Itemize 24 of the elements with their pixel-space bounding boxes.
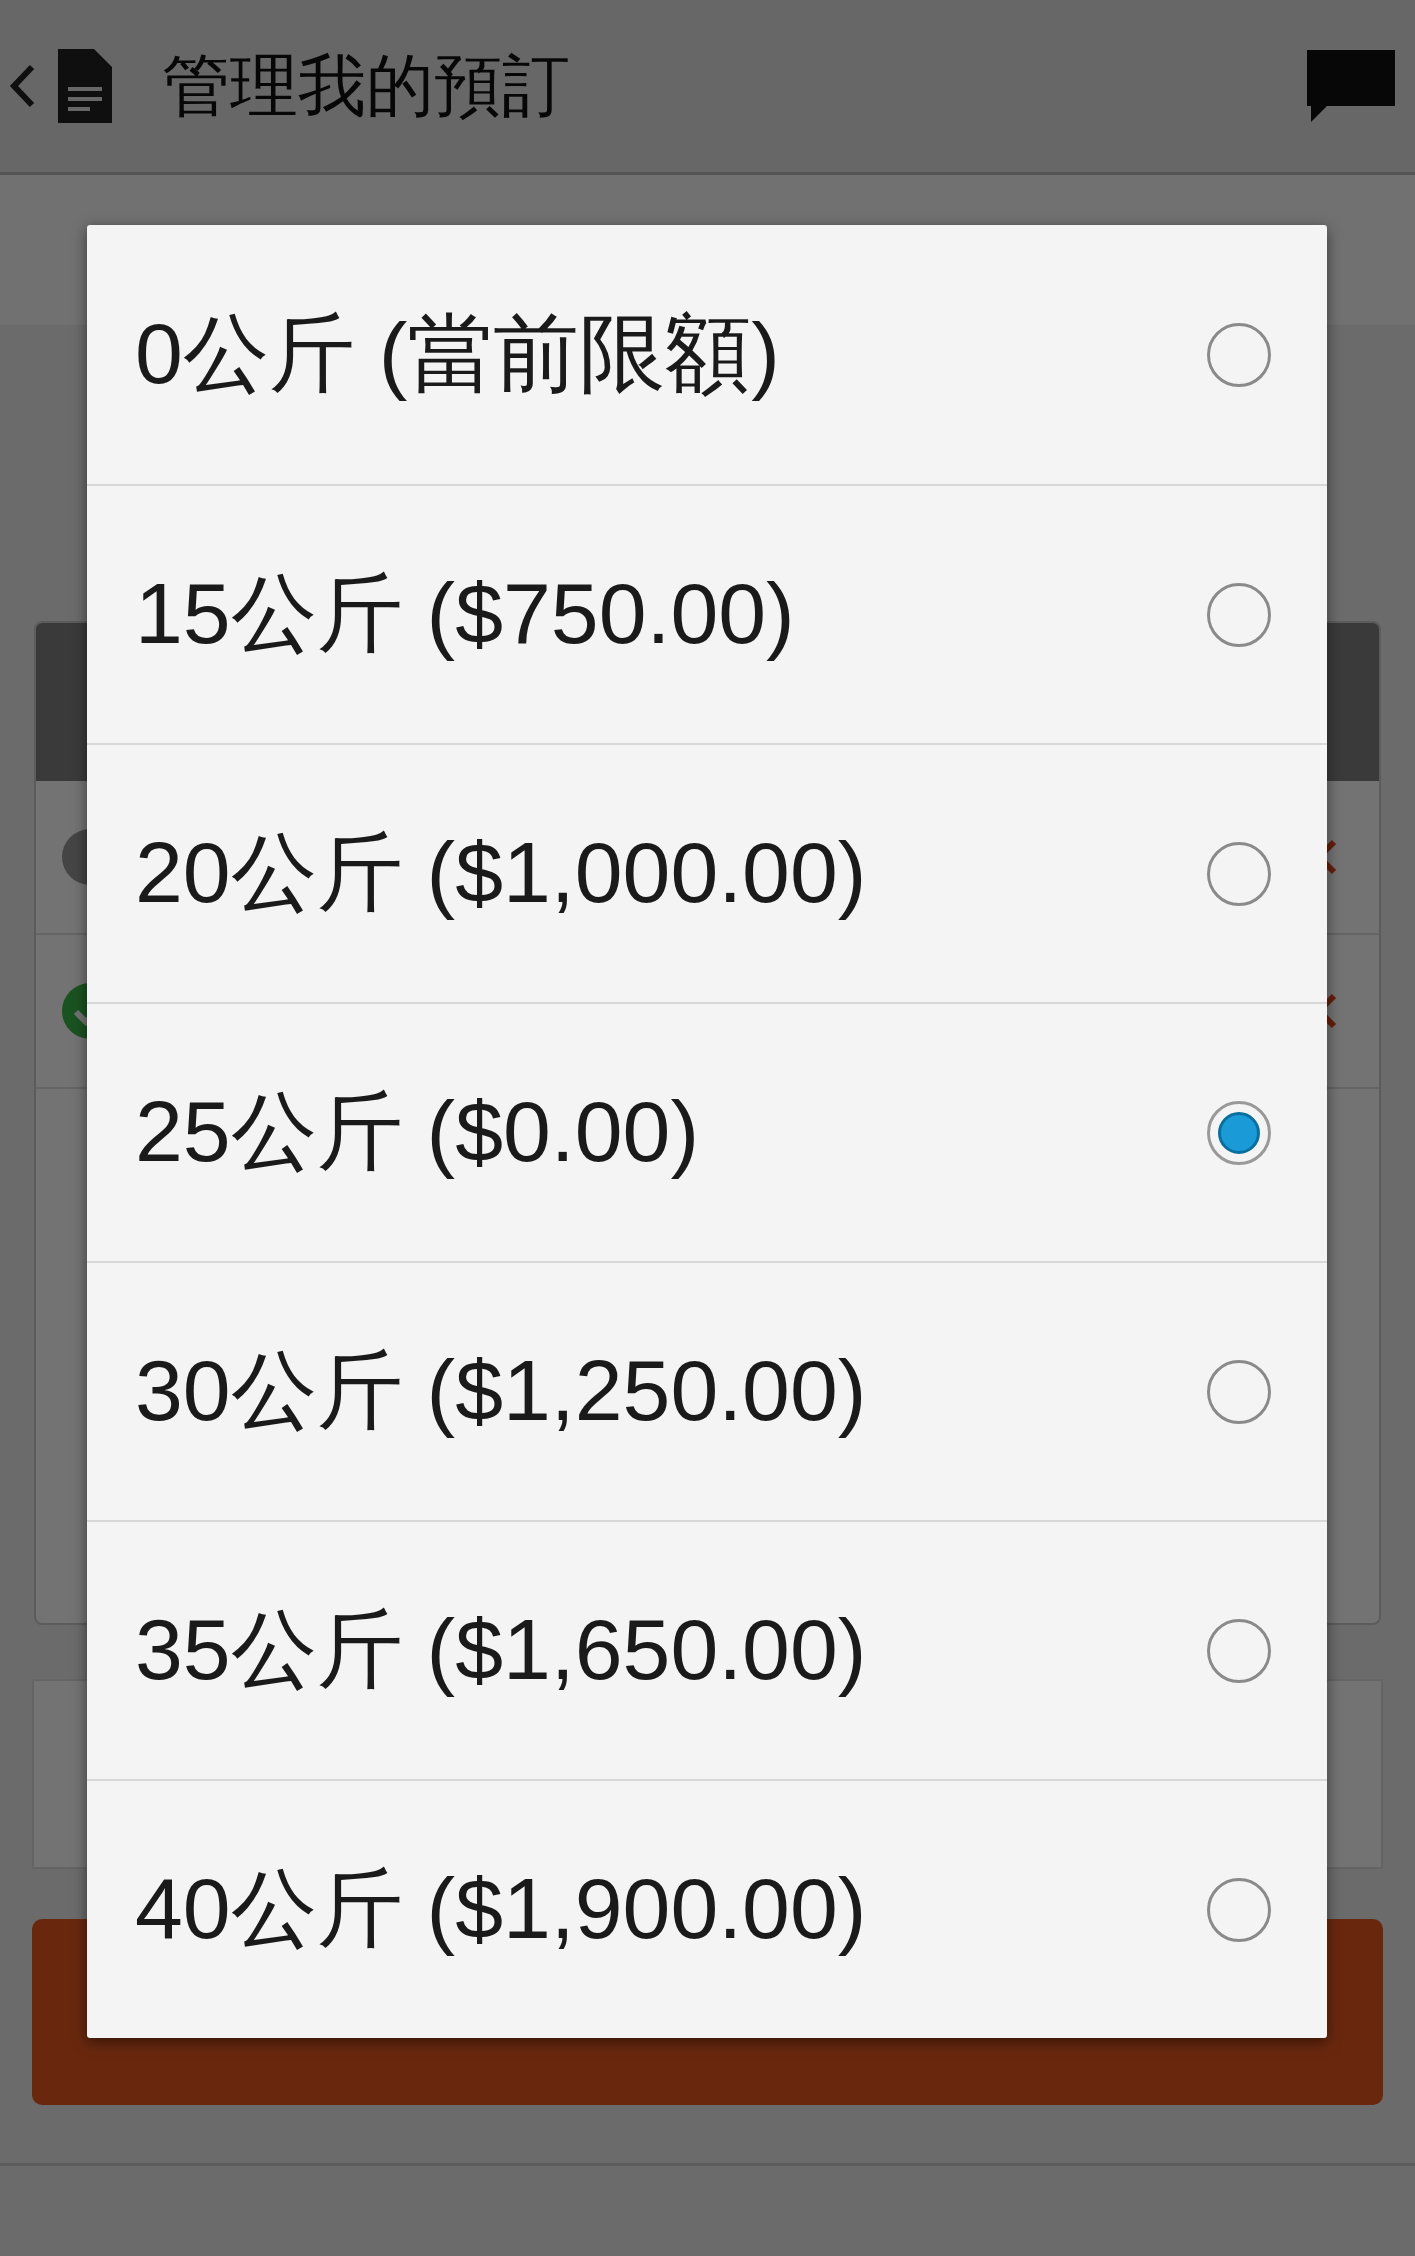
option-row[interactable]: 40公斤 ($1,900.00) [87,1779,1327,2038]
option-label: 20公斤 ($1,000.00) [135,823,867,922]
radio-button[interactable] [1207,1359,1271,1424]
option-row[interactable]: 30公斤 ($1,250.00) [87,1261,1327,1520]
radio-button[interactable] [1207,841,1271,906]
option-label: 25公斤 ($0.00) [135,1082,700,1181]
radio-button[interactable] [1207,1100,1271,1165]
option-row[interactable]: 15公斤 ($750.00) [87,484,1327,743]
option-label: 40公斤 ($1,900.00) [135,1859,867,1958]
option-label: 15公斤 ($750.00) [135,564,795,663]
page-title: 管理我的預訂 [162,45,571,125]
radio-button[interactable] [1207,1877,1271,1942]
radio-button[interactable] [1207,322,1271,387]
option-row[interactable]: 35公斤 ($1,650.00) [87,1520,1327,1779]
chat-icon[interactable] [1307,50,1395,122]
option-label: 0公斤 (當前限額) [135,304,780,403]
option-label: 30公斤 ($1,250.00) [135,1341,867,1440]
radio-button[interactable] [1207,582,1271,647]
option-row[interactable]: 0公斤 (當前限額) [87,225,1327,484]
option-label: 35公斤 ($1,650.00) [135,1600,867,1699]
radio-button[interactable] [1207,1618,1271,1683]
option-row[interactable]: 25公斤 ($0.00) [87,1002,1327,1261]
document-icon [58,49,112,123]
option-row[interactable]: 20公斤 ($1,000.00) [87,743,1327,1002]
